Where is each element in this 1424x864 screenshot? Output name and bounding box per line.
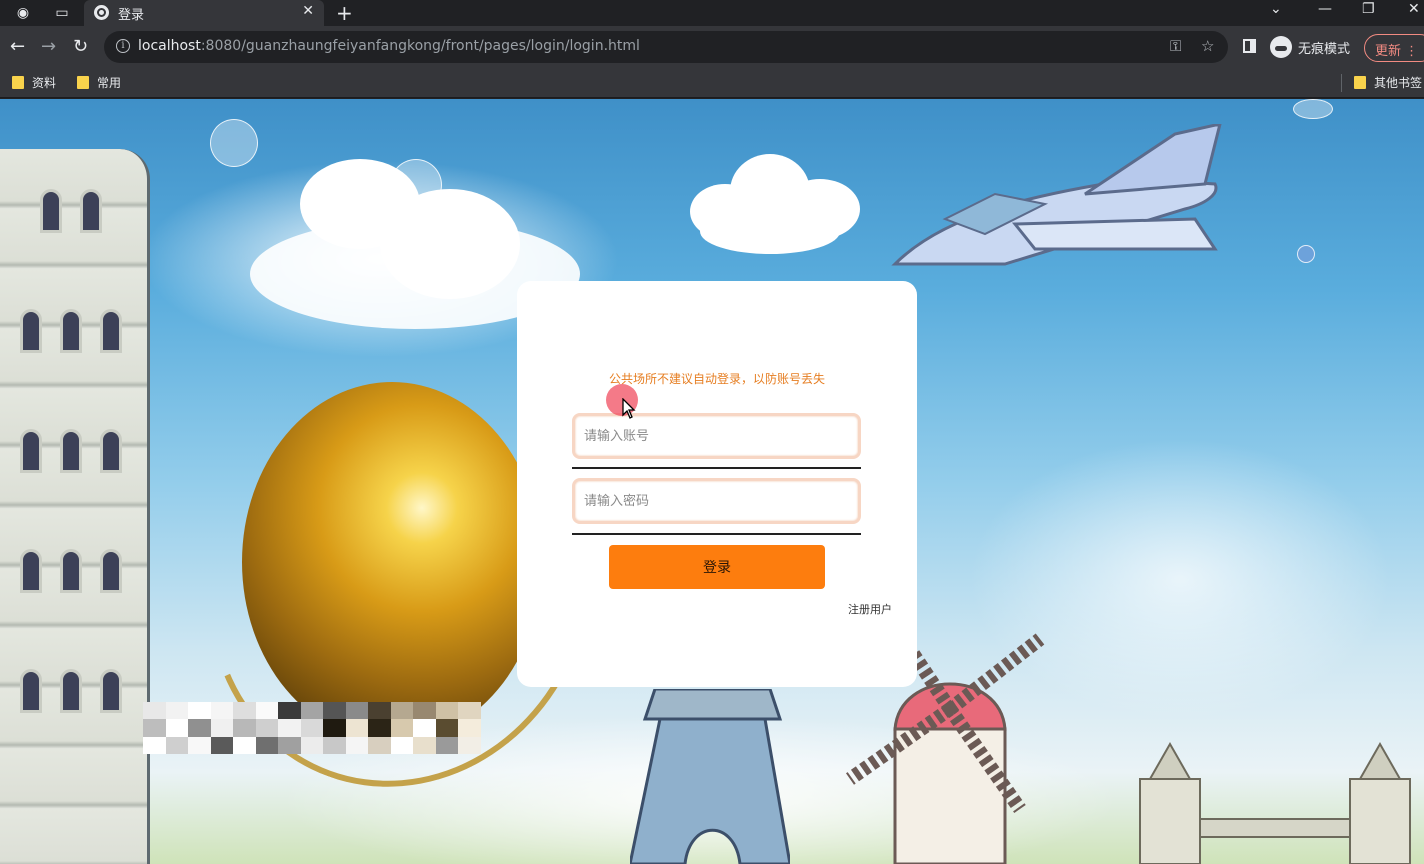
tower-arch <box>100 309 122 353</box>
tower-arch <box>60 669 82 713</box>
eiffel-tower-illustration <box>630 689 790 864</box>
tower-arch <box>60 309 82 353</box>
tower-arch <box>100 429 122 473</box>
site-globe-icon <box>94 5 109 20</box>
other-bookmarks[interactable]: 其他书签 <box>1354 74 1422 91</box>
close-tab-icon[interactable]: ✕ <box>302 3 314 19</box>
tower-arch <box>80 189 102 233</box>
account-underline <box>572 467 861 469</box>
tab-strip: ◉ ▭ 登录 ✕ + ⌄ — ❐ ✕ <box>0 0 1424 26</box>
folder-icon <box>77 76 89 89</box>
forward-arrow-icon[interactable]: → <box>41 36 56 58</box>
update-button[interactable]: 更新 ⋮ <box>1364 34 1424 62</box>
security-notice: 公共场所不建议自动登录，以防账号丢失 <box>608 372 825 386</box>
login-card: 公共场所不建议自动登录，以防账号丢失 登录 注册用户 <box>517 281 917 687</box>
leaning-tower-illustration <box>0 149 150 864</box>
folder-icon <box>1354 76 1366 89</box>
site-info-icon[interactable]: i <box>116 39 130 53</box>
folder-icon <box>12 76 24 89</box>
airplane-illustration <box>891 124 1222 266</box>
side-panel-icon[interactable] <box>1243 39 1256 53</box>
key-icon[interactable]: ⚿ <box>1170 37 1181 55</box>
tower-arch <box>20 309 42 353</box>
bubble <box>210 119 258 167</box>
bubble <box>390 159 442 211</box>
window-close-icon[interactable]: ✕ <box>1408 1 1420 17</box>
address-bar[interactable]: i localhost:8080/guanzhaungfeiyanfangkon… <box>104 31 1228 63</box>
bubble <box>1297 245 1315 263</box>
globe-icon[interactable]: ◉ <box>14 4 32 22</box>
incognito-icon <box>1270 36 1292 58</box>
tower-arch <box>20 429 42 473</box>
tower-arch <box>100 669 122 713</box>
tower-arch <box>60 429 82 473</box>
tab-title: 登录 <box>118 8 145 23</box>
bubble <box>1293 99 1333 119</box>
new-tab-button[interactable]: + <box>336 1 353 25</box>
tower-arch <box>100 549 122 593</box>
bookmarks-bar: 资料 常用 其他书签 <box>0 68 1424 98</box>
password-underline <box>572 533 861 535</box>
mouse-cursor-icon <box>622 398 636 419</box>
pixelated-watermark <box>143 702 481 754</box>
bookmark-star-icon[interactable]: ☆ <box>1201 37 1214 55</box>
reload-icon[interactable]: ↻ <box>73 36 88 58</box>
tab-list-chevron-icon[interactable]: ⌄ <box>1270 1 1282 17</box>
bookmark-folder-1[interactable]: 资料 <box>12 74 56 91</box>
account-input[interactable] <box>575 416 858 456</box>
tower-arch <box>20 549 42 593</box>
bookmark-folder-2[interactable]: 常用 <box>77 74 121 91</box>
incognito-label: 无痕模式 <box>1298 41 1351 57</box>
back-arrow-icon[interactable]: ← <box>10 36 25 58</box>
bookmarks-divider <box>1341 74 1342 92</box>
tower-arch <box>20 669 42 713</box>
tower-arch <box>60 549 82 593</box>
tab-search-icon[interactable]: ▭ <box>53 4 71 22</box>
restore-icon[interactable]: ❐ <box>1362 1 1375 17</box>
browser-toolbar: ← → ↻ i localhost:8080/guanzhaungfeiyanf… <box>0 26 1424 68</box>
url-text[interactable]: localhost:8080/guanzhaungfeiyanfangkong/… <box>138 38 640 54</box>
golden-globe-illustration <box>242 382 542 742</box>
tower-arch <box>40 189 62 233</box>
minimize-icon[interactable]: — <box>1318 1 1332 17</box>
cloud <box>700 209 840 254</box>
login-button[interactable]: 登录 <box>609 545 825 589</box>
tab-login[interactable]: 登录 ✕ <box>84 0 324 26</box>
password-input[interactable] <box>575 481 858 521</box>
incognito-indicator[interactable]: 无痕模式 <box>1270 36 1350 58</box>
tower-bridge-illustration <box>1139 741 1411 864</box>
register-link[interactable]: 注册用户 <box>848 601 892 617</box>
password-field[interactable] <box>572 478 861 524</box>
account-field[interactable] <box>572 413 861 459</box>
